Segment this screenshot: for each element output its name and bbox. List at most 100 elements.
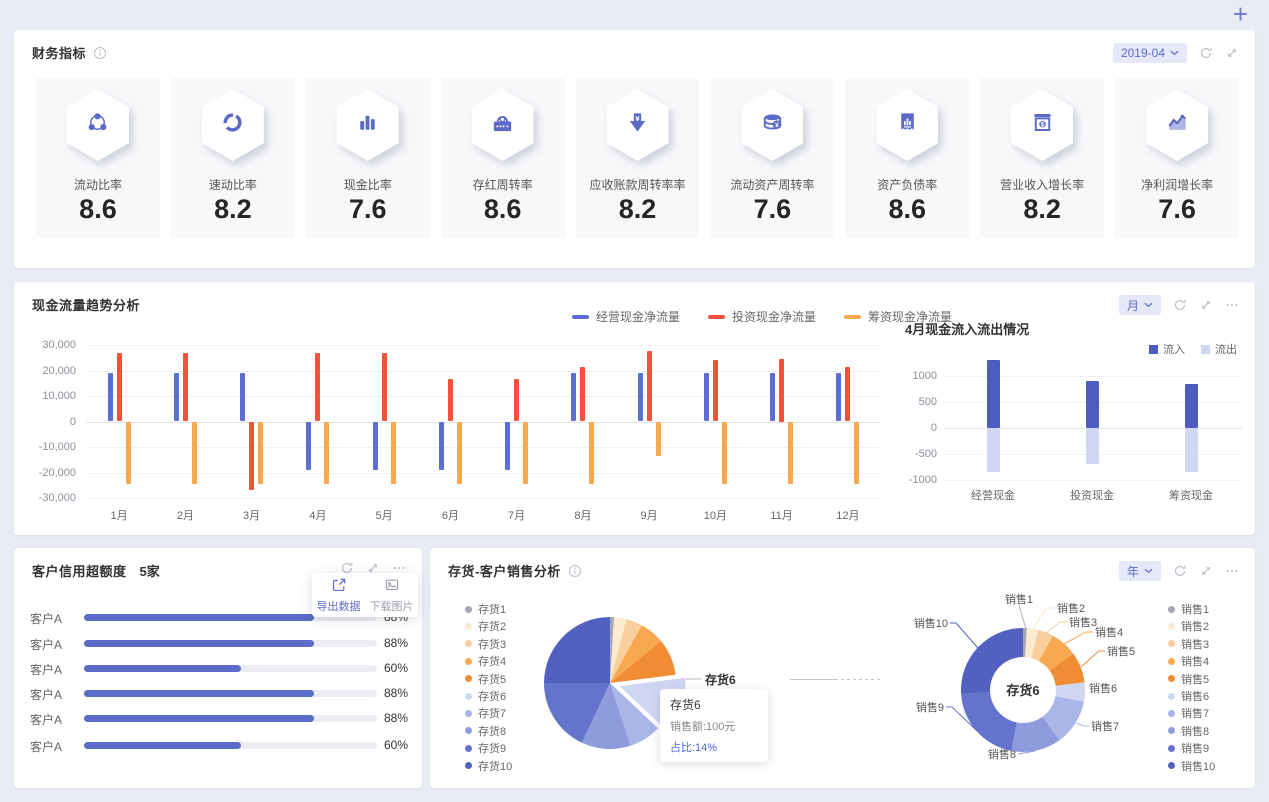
percent-value: 88% [383, 711, 408, 725]
sync-ring-icon [219, 109, 246, 141]
legend-item[interactable]: 存货4 [465, 653, 506, 669]
trend-up-icon [1164, 109, 1191, 141]
svg-text:¥: ¥ [635, 114, 640, 123]
kpi-card[interactable]: 资产负债率 8.6 [845, 78, 970, 238]
kpi-card[interactable]: 速动比率 8.2 [170, 78, 295, 238]
legend-dot [1168, 675, 1175, 683]
refresh-icon[interactable] [1173, 298, 1187, 312]
kpi-card[interactable]: 净利润增长率 7.6 [1115, 78, 1240, 238]
legend-item[interactable]: 销售6 [1168, 688, 1209, 704]
legend-dot [1168, 762, 1175, 770]
expand-icon[interactable] [1199, 298, 1213, 312]
legend-item[interactable]: 存货3 [465, 636, 506, 652]
legend-item[interactable]: 销售9 [1168, 740, 1209, 756]
outflow-bar[interactable] [1085, 428, 1099, 465]
legend-item[interactable]: 存货1 [465, 601, 506, 617]
x-axis-label: 筹资现金 [1169, 490, 1213, 502]
credit-row: 客户A 88% [30, 685, 410, 702]
kpi-card[interactable]: ¥ 应收账款周转率率 8.2 [575, 78, 700, 238]
legend-item[interactable]: 存货2 [465, 618, 506, 634]
legend-dot [1168, 727, 1175, 735]
legend-item[interactable]: 存货5 [465, 671, 506, 687]
kpi-card[interactable]: $ 营业收入增长率 8.2 [980, 78, 1105, 238]
kpi-card[interactable]: ¥ 流动资产周转率 7.6 [710, 78, 835, 238]
more-options-icon[interactable] [1225, 298, 1239, 312]
progress-fill[interactable] [84, 690, 314, 697]
credit-panel-title: 客户信用超额度 [32, 564, 127, 579]
kpi-label: 流动比率 [73, 178, 122, 192]
legend-item[interactable]: 存货6 [465, 688, 506, 704]
donut-callout-label: 销售10 [914, 616, 948, 630]
legend-dot [1168, 622, 1175, 630]
inflow-bar[interactable] [986, 360, 1000, 428]
inventory-sales-charts: 存货6 销售1 销售2销售3销售4 销售5 销售6 销售7 销售8 销售9 销售10 存货6 [544, 592, 1135, 761]
kpi-card[interactable]: 现金比率 7.6 [305, 78, 430, 238]
info-icon[interactable] [568, 564, 582, 578]
legend-item[interactable]: 存货7 [465, 705, 506, 721]
add-widget-button[interactable]: + [1233, 0, 1248, 28]
export-icon [331, 577, 347, 596]
outflow-bar[interactable] [1184, 428, 1198, 473]
legend-dot [465, 762, 472, 770]
tooltip-share: 占比:14% [670, 742, 718, 754]
legend-item[interactable]: 销售10 [1168, 758, 1215, 774]
donut-slice[interactable] [961, 692, 1017, 751]
refresh-icon[interactable] [1199, 46, 1213, 60]
inventory-period-dropdown[interactable]: 年 [1118, 561, 1161, 581]
inflow-bar[interactable] [1085, 381, 1099, 428]
legend-dot [465, 675, 472, 683]
finance-period-dropdown[interactable]: 2019-04 [1112, 43, 1187, 63]
inventory-period-value: 年 [1126, 564, 1139, 579]
legend-item[interactable]: 销售4 [1168, 653, 1209, 669]
legend-dot [465, 605, 472, 613]
legend-item[interactable]: 存货8 [465, 723, 506, 739]
legend-item[interactable]: 存货9 [465, 740, 506, 756]
donut-callout-label: 销售7 [1091, 719, 1119, 733]
legend-dot [465, 727, 472, 735]
inflow-bar[interactable] [1184, 383, 1198, 428]
progress-track [84, 715, 377, 722]
kpi-label: 速动比率 [208, 178, 257, 192]
legend-item[interactable]: 销售7 [1168, 705, 1209, 721]
progress-fill[interactable] [84, 614, 314, 621]
export-data-menu-item[interactable]: 导出数据 [312, 573, 365, 617]
coins-yuan-icon: ¥ [759, 109, 786, 141]
expand-icon[interactable] [1225, 46, 1239, 60]
kpi-value: 7.6 [1158, 194, 1196, 224]
refresh-icon[interactable] [1173, 564, 1187, 578]
progress-fill[interactable] [84, 742, 241, 749]
inventory-panel-title: 存货-客户销售分析 [448, 564, 561, 579]
callout-line [950, 622, 979, 649]
chevron-down-icon [1170, 50, 1179, 56]
info-icon[interactable] [93, 46, 107, 60]
legend-item[interactable]: 存货10 [465, 758, 512, 774]
progress-fill[interactable] [84, 665, 241, 672]
kpi-label: 净利润增长率 [1141, 178, 1214, 192]
progress-fill[interactable] [84, 640, 314, 647]
legend-dot [1168, 692, 1175, 700]
kpi-label: 应收账款周转率率 [589, 178, 686, 192]
kpi-card[interactable]: 流动比率 8.6 [36, 78, 160, 238]
customer-label: 客户A [30, 612, 63, 626]
legend-item[interactable]: 销售2 [1168, 618, 1209, 634]
outflow-bar[interactable] [986, 428, 1000, 473]
more-options-icon[interactable] [1225, 564, 1239, 578]
y-axis-label: -500 [914, 448, 937, 460]
kpi-card[interactable]: 存红周转率 8.6 [440, 78, 565, 238]
legend-item[interactable]: 销售3 [1168, 636, 1209, 652]
download-image-menu-item[interactable]: 下载图片 [365, 573, 418, 617]
progress-fill[interactable] [84, 715, 314, 722]
cashflow-panel-title: 现金流量趋势分析 [32, 298, 141, 313]
legend-item[interactable]: 销售5 [1168, 671, 1209, 687]
y-axis-label: 1000 [912, 370, 937, 382]
cashflow-period-dropdown[interactable]: 月 [1118, 295, 1161, 315]
legend-item[interactable]: 销售8 [1168, 723, 1209, 739]
expand-icon[interactable] [1199, 564, 1213, 578]
legend-item[interactable]: 销售1 [1168, 601, 1209, 617]
kpi-value: 7.6 [753, 194, 792, 224]
download-image-icon [384, 577, 400, 596]
y-axis-label: 0 [930, 422, 937, 434]
svg-text:¥: ¥ [775, 122, 779, 129]
pie-tooltip: 存货6 销售额:100元 占比:14% [660, 689, 768, 762]
pie-slice[interactable] [544, 617, 610, 683]
